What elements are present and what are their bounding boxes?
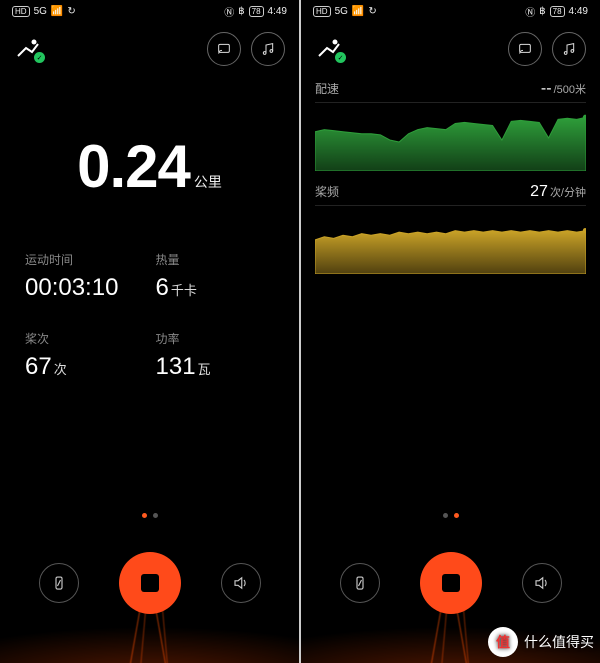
distance-unit: 公里 bbox=[194, 174, 222, 190]
page-dot bbox=[153, 513, 158, 518]
pace-chart bbox=[315, 109, 586, 171]
cadence-value: 27 bbox=[530, 183, 548, 200]
hd-badge: HD bbox=[313, 6, 331, 17]
sync-icon: ↻ bbox=[67, 6, 75, 17]
distance-metric: 0.24公里 bbox=[0, 132, 299, 201]
stop-button[interactable] bbox=[119, 552, 181, 614]
lock-button[interactable] bbox=[39, 563, 79, 603]
pace-chart-block: 配速 --/500米 bbox=[301, 72, 600, 175]
connected-badge: ✓ bbox=[335, 52, 346, 63]
sync-icon: ↻ bbox=[368, 6, 376, 17]
stat-calories: 热量 6千卡 bbox=[155, 251, 276, 302]
clock: 4:49 bbox=[569, 6, 588, 17]
page-indicator bbox=[142, 513, 158, 518]
rowing-mode-icon[interactable]: ✓ bbox=[14, 38, 42, 60]
signal-5g: 5G bbox=[335, 6, 348, 17]
nfc-icon: Ⓝ bbox=[224, 4, 234, 19]
lock-button[interactable] bbox=[340, 563, 380, 603]
clock: 4:49 bbox=[268, 6, 287, 17]
watermark-badge: 值 bbox=[488, 627, 518, 657]
battery-level: 78 bbox=[550, 6, 565, 17]
workout-stats-screen: HD 5G 📶 ↻ Ⓝ ฿ 78 4:49 ✓ bbox=[0, 0, 299, 663]
stat-strokes: 桨次 67次 bbox=[24, 330, 145, 381]
bottom-controls bbox=[0, 503, 299, 663]
stat-power: 功率 131瓦 bbox=[155, 330, 276, 381]
volume-button[interactable] bbox=[221, 563, 261, 603]
cast-button[interactable] bbox=[207, 32, 241, 66]
watermark-text: 什么值得买 bbox=[524, 632, 594, 652]
stats-grid: 运动时间 00:03:10 热量 6千卡 桨次 67次 功率 131瓦 bbox=[0, 201, 299, 381]
pace-label: 配速 bbox=[315, 80, 339, 97]
cadence-unit: 次/分钟 bbox=[550, 187, 586, 199]
rowing-mode-icon[interactable]: ✓ bbox=[315, 38, 343, 60]
watermark: 值 什么值得买 bbox=[488, 627, 594, 657]
connected-badge: ✓ bbox=[34, 52, 45, 63]
wifi-icon: 📶 bbox=[51, 6, 63, 17]
pace-unit: /500米 bbox=[554, 84, 586, 96]
signal-5g: 5G bbox=[34, 6, 47, 17]
battery-level: 78 bbox=[249, 6, 264, 17]
music-button[interactable] bbox=[251, 32, 285, 66]
workout-charts-screen: HD 5G 📶 ↻ Ⓝ ฿ 78 4:49 ✓ bbox=[301, 0, 600, 663]
volume-button[interactable] bbox=[522, 563, 562, 603]
page-dot bbox=[142, 513, 147, 518]
nfc-icon: Ⓝ bbox=[525, 4, 535, 19]
bluetooth-icon: ฿ bbox=[539, 6, 545, 17]
stop-icon bbox=[141, 574, 159, 592]
cadence-label: 桨频 bbox=[315, 183, 339, 200]
bluetooth-icon: ฿ bbox=[238, 6, 244, 17]
cadence-chart-block: 桨频 27次/分钟 bbox=[301, 175, 600, 278]
hd-badge: HD bbox=[12, 6, 30, 17]
page-dot bbox=[443, 513, 448, 518]
status-bar: HD 5G 📶 ↻ Ⓝ ฿ 78 4:49 bbox=[0, 0, 299, 22]
stop-icon bbox=[442, 574, 460, 592]
stop-button[interactable] bbox=[420, 552, 482, 614]
wifi-icon: 📶 bbox=[352, 6, 364, 17]
cadence-chart bbox=[315, 212, 586, 274]
distance-value: 0.24 bbox=[77, 132, 190, 201]
stat-duration: 运动时间 00:03:10 bbox=[24, 251, 145, 302]
music-button[interactable] bbox=[552, 32, 586, 66]
pace-value: -- bbox=[541, 80, 552, 97]
page-indicator bbox=[443, 513, 459, 518]
cast-button[interactable] bbox=[508, 32, 542, 66]
page-dot bbox=[454, 513, 459, 518]
status-bar: HD 5G 📶 ↻ Ⓝ ฿ 78 4:49 bbox=[301, 0, 600, 22]
